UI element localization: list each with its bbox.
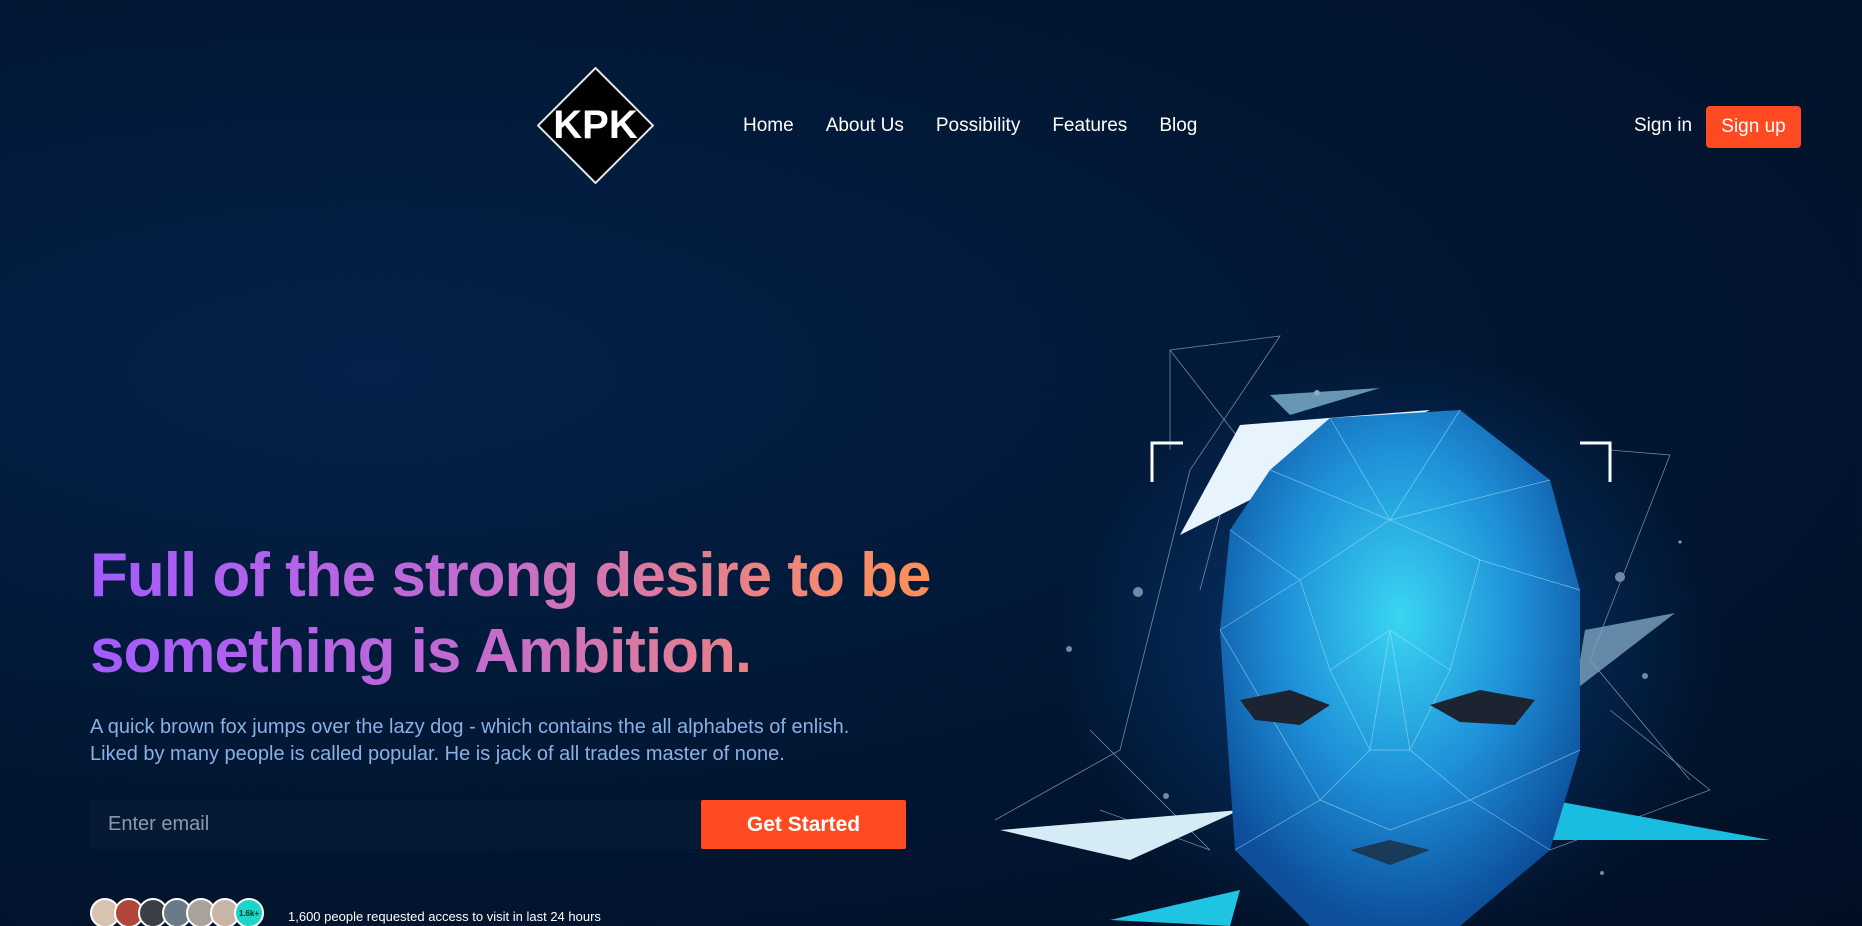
logo-text: KPK (553, 103, 638, 147)
nav-blog[interactable]: Blog (1159, 115, 1197, 137)
avatar-count-badge: 1.6k+ (234, 898, 264, 926)
get-started-button[interactable]: Get Started (701, 800, 906, 849)
nav-about-us[interactable]: About Us (826, 115, 904, 137)
nav-features[interactable]: Features (1052, 115, 1127, 137)
subtext-line-2: Liked by many people is called popular. … (90, 743, 785, 765)
headline-line-1: Full of the strong desire to be (90, 541, 931, 610)
nav-home[interactable]: Home (743, 115, 794, 137)
hero-headline: Full of the strong desire to be somethin… (90, 538, 950, 690)
hero-subtext: A quick brown fox jumps over the lazy do… (90, 714, 910, 768)
kpk-logo[interactable]: KPK (537, 67, 654, 184)
nav-possibility[interactable]: Possibility (936, 115, 1020, 137)
email-input[interactable] (90, 800, 700, 849)
subtext-line-1: A quick brown fox jumps over the lazy do… (90, 716, 850, 738)
signup-button[interactable]: Sign up (1706, 106, 1801, 148)
signin-link[interactable]: Sign in (1634, 115, 1692, 137)
low-poly-face-illustration (994, 335, 1770, 926)
main-nav: Home About Us Possibility Features Blog (743, 115, 1197, 137)
headline-line-2: something is Ambition. (90, 617, 752, 686)
avatar-stack: 1.6k+ (90, 898, 264, 926)
requested-access-text: 1,600 people requested access to visit i… (288, 909, 601, 924)
